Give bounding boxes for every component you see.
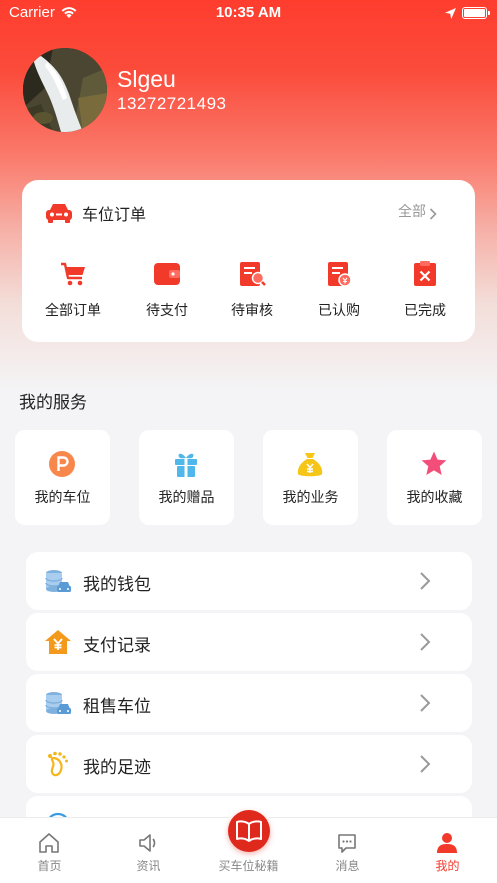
- tab-label: 消息: [335, 859, 360, 873]
- completed-clipboard-icon: [411, 260, 439, 288]
- services-section-title: 我的服务: [19, 393, 87, 413]
- order-pending-payment-button[interactable]: 待支付: [124, 260, 210, 330]
- menu-rent-sell-parking[interactable]: 租售车位: [26, 674, 472, 732]
- chevron-right-icon: [419, 632, 431, 656]
- speaker-icon: [137, 832, 159, 854]
- menu-label: 租售车位: [83, 697, 151, 717]
- review-document-icon: [238, 260, 266, 288]
- tab-label: 资讯: [136, 859, 161, 873]
- battery-icon: [462, 7, 490, 19]
- order-item-label: 已认购: [318, 303, 360, 319]
- tab-messages[interactable]: 消息: [298, 818, 397, 883]
- service-my-parking[interactable]: 我的车位: [15, 430, 110, 525]
- wallet-icon: [153, 260, 181, 288]
- user-name: Slgeu: [117, 66, 176, 92]
- order-completed-button[interactable]: 已完成: [382, 260, 468, 330]
- order-all-button[interactable]: 全部订单: [30, 260, 116, 330]
- tab-label: 买车位秘籍: [218, 859, 279, 873]
- service-my-business[interactable]: 我的业务: [263, 430, 358, 525]
- chevron-right-icon: [419, 571, 431, 595]
- house-yuan-icon: [44, 628, 72, 656]
- car-icon: [45, 202, 73, 228]
- view-all-orders-link[interactable]: 全部: [398, 201, 426, 221]
- parking-order-card: 车位订单 全部 全部订单 待支付 待审核 已认购 已完成: [22, 180, 475, 342]
- profile-page: Carrier 10:35 AM Slgeu 13272721493 车位订单 …: [0, 0, 497, 883]
- status-bar: Carrier 10:35 AM: [0, 0, 497, 26]
- coins-car-icon: [44, 689, 72, 717]
- order-item-label: 待支付: [146, 303, 188, 319]
- user-phone: 13272721493: [117, 94, 227, 113]
- shopping-cart-icon: [59, 260, 87, 288]
- chevron-right-icon[interactable]: [429, 205, 437, 224]
- order-item-label: 已完成: [404, 303, 446, 319]
- menu-my-footprints[interactable]: 我的足迹: [26, 735, 472, 793]
- order-item-label: 待审核: [231, 303, 273, 319]
- order-item-label: 全部订单: [45, 303, 101, 319]
- location-arrow-icon: [444, 6, 457, 24]
- order-status-list: 全部订单 待支付 待审核 已认购 已完成: [22, 260, 475, 330]
- service-my-favorites[interactable]: 我的收藏: [387, 430, 482, 525]
- order-card-title: 车位订单: [82, 205, 147, 224]
- service-label: 我的车位: [34, 490, 91, 506]
- service-label: 我的赠品: [158, 490, 215, 506]
- chevron-right-icon: [419, 754, 431, 778]
- home-icon: [38, 832, 60, 854]
- tab-mine[interactable]: 我的: [398, 818, 497, 883]
- service-my-gifts[interactable]: 我的赠品: [139, 430, 234, 525]
- gift-icon: [172, 450, 200, 478]
- coins-car-icon: [44, 567, 72, 595]
- tab-news[interactable]: 资讯: [99, 818, 198, 883]
- order-subscribed-button[interactable]: 已认购: [296, 260, 382, 330]
- clock: 10:35 AM: [215, 4, 282, 21]
- footprint-icon: [44, 750, 72, 778]
- avatar[interactable]: [23, 48, 107, 132]
- menu-my-wallet[interactable]: 我的钱包: [26, 552, 472, 610]
- subscribed-document-icon: [325, 260, 353, 288]
- order-under-review-button[interactable]: 待审核: [209, 260, 295, 330]
- parking-icon: [48, 450, 76, 478]
- service-label: 我的收藏: [406, 490, 463, 506]
- message-icon: [336, 832, 358, 854]
- menu-label: 我的钱包: [83, 575, 151, 595]
- book-button[interactable]: [228, 810, 270, 852]
- tab-home[interactable]: 首页: [0, 818, 99, 883]
- menu-label: 支付记录: [83, 636, 151, 656]
- person-icon: [436, 832, 458, 854]
- money-bag-icon: [296, 450, 324, 478]
- menu-label: 我的足迹: [83, 758, 151, 778]
- menu-payment-records[interactable]: 支付记录: [26, 613, 472, 671]
- chevron-right-icon: [419, 693, 431, 717]
- waterfall-photo: [23, 48, 107, 132]
- book-icon: [236, 820, 262, 842]
- star-icon: [420, 450, 448, 478]
- tab-label: 首页: [37, 859, 62, 873]
- tab-label: 我的: [435, 859, 460, 873]
- service-label: 我的业务: [282, 490, 339, 506]
